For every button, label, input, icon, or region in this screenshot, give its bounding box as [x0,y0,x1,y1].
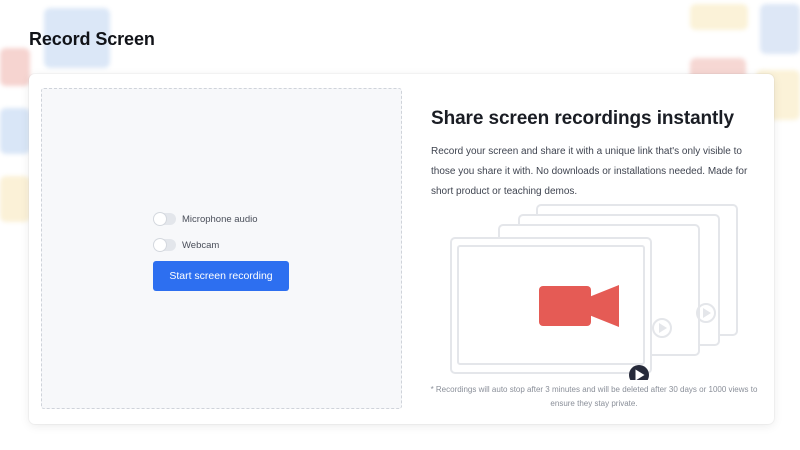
webcam-toggle[interactable] [154,239,176,251]
microphone-label: Microphone audio [182,213,258,225]
page-title: Record Screen [29,29,155,49]
toggle-knob [154,239,166,251]
recordings-illustration [450,204,738,380]
decor-block [0,48,30,86]
video-camera-icon [539,285,619,327]
decor-block [690,4,748,30]
microphone-toggle-row[interactable]: Microphone audio [154,213,258,225]
microphone-toggle[interactable] [154,213,176,225]
info-description: Record your screen and share it with a u… [431,146,748,197]
retention-footnote: * Recordings will auto stop after 3 minu… [430,385,758,408]
toggle-knob [154,213,166,225]
webcam-label: Webcam [182,239,220,251]
record-screen-page: Record Screen Microphone audio Webcam St… [0,0,800,450]
start-recording-button[interactable]: Start screen recording [153,261,289,291]
decor-block [760,4,800,54]
recorder-card: Microphone audio Webcam Start screen rec… [29,74,774,424]
decor-block [0,176,30,222]
recording-preview-area: Microphone audio Webcam Start screen rec… [41,88,402,409]
info-title: Share screen recordings instantly [431,108,734,129]
decor-block [0,108,30,154]
webcam-toggle-row[interactable]: Webcam [154,239,219,251]
